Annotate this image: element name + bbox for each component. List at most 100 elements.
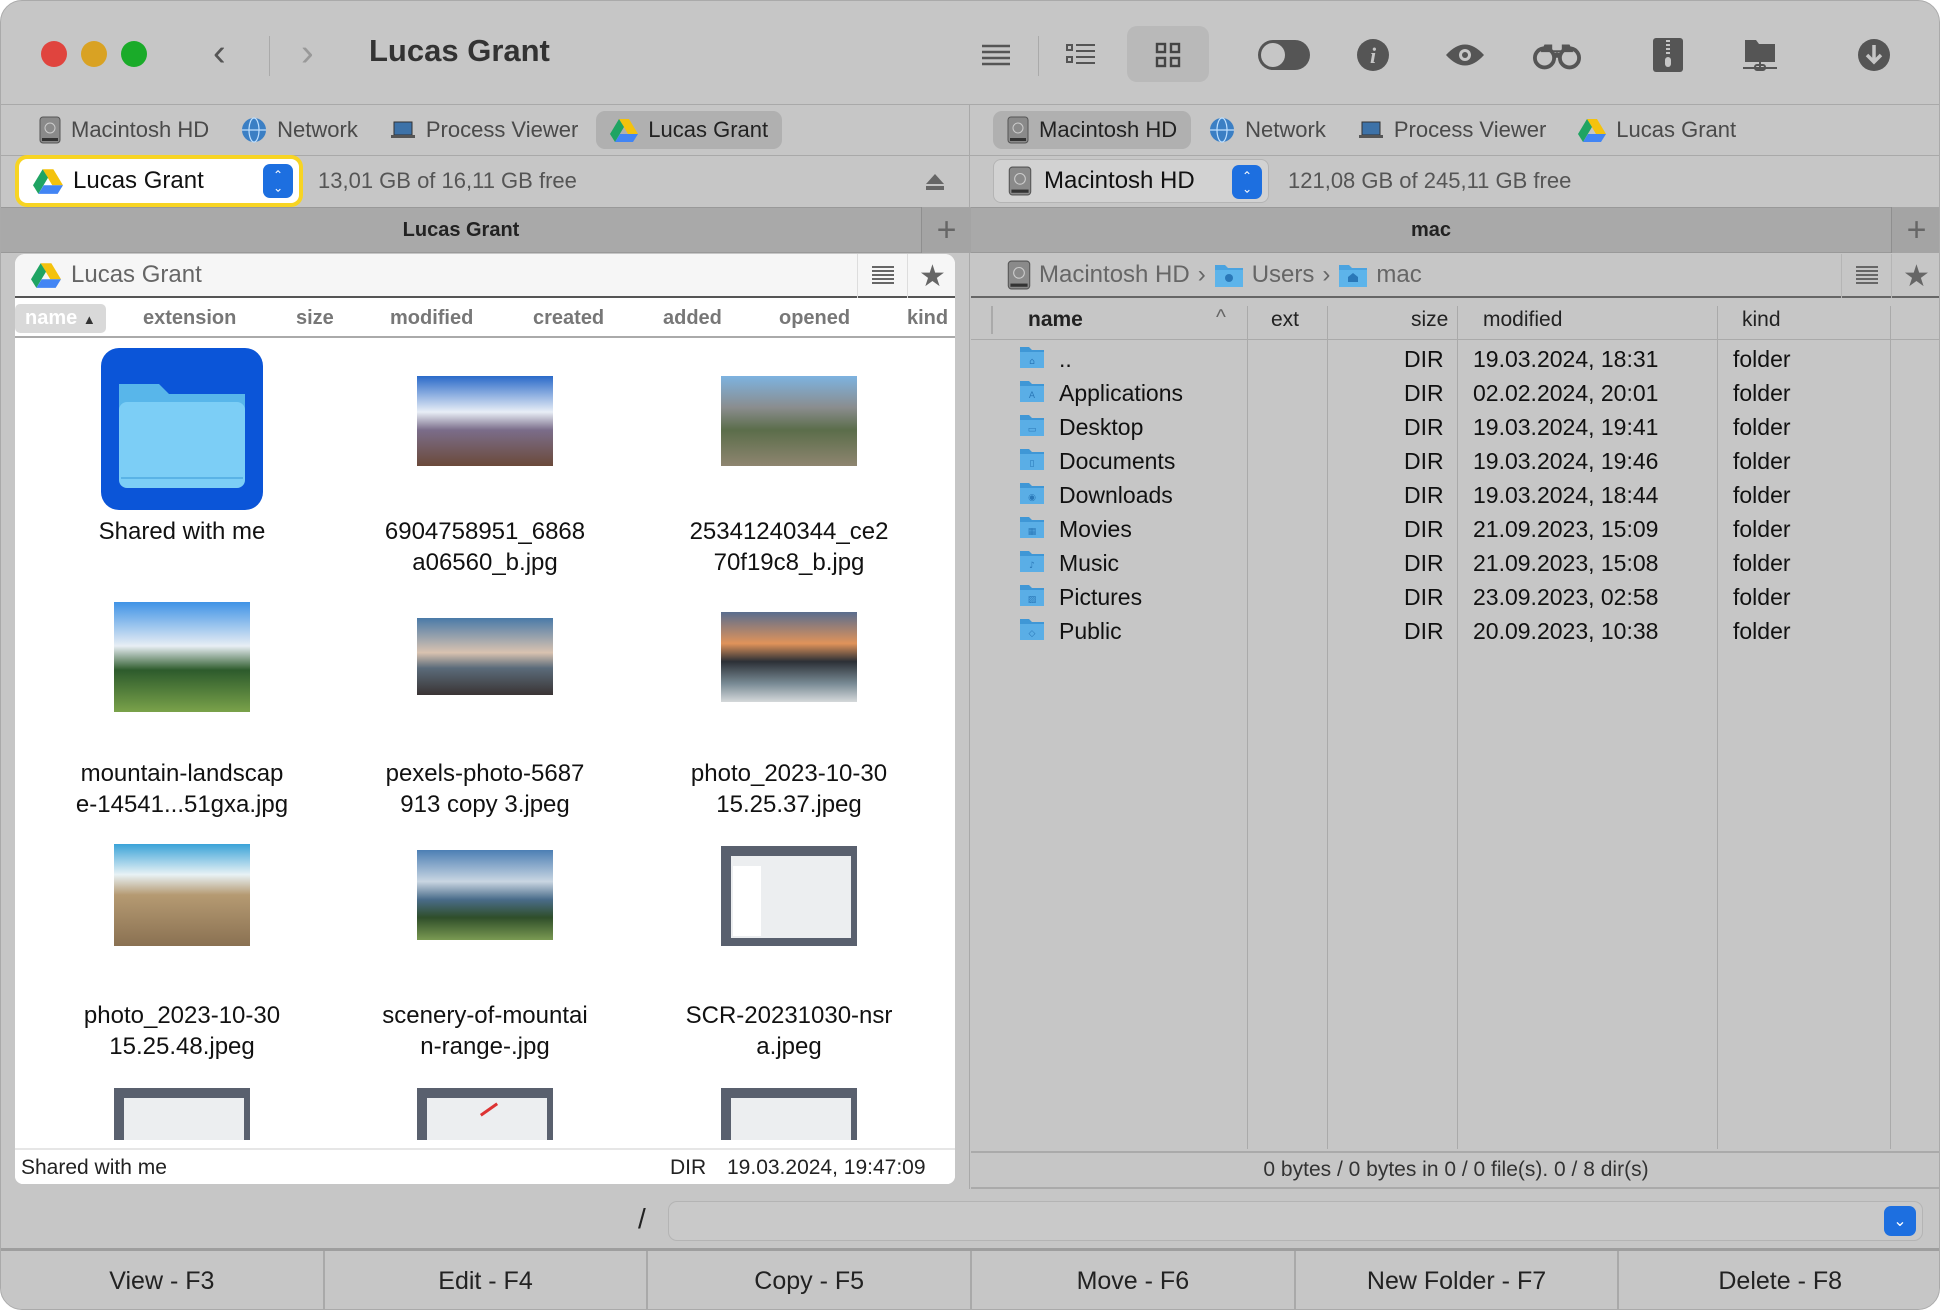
window-title: Lucas Grant bbox=[369, 33, 550, 68]
chevron-right-icon: › bbox=[1197, 261, 1206, 288]
breadcrumb-item[interactable]: mac bbox=[1338, 261, 1422, 289]
hard-drive-icon bbox=[39, 116, 61, 144]
view-f3-button[interactable]: View - F3 bbox=[1, 1251, 325, 1309]
left-tab-macintosh-hd[interactable]: Macintosh HD bbox=[25, 111, 223, 149]
grid-item-image[interactable]: 6904758951_6868 a06560_b.jpg bbox=[335, 340, 635, 580]
column-added[interactable]: added bbox=[663, 307, 722, 330]
row-name: Desktop bbox=[1059, 414, 1144, 440]
table-row[interactable]: ▨ Pictures DIR 23.09.2023, 02:58 folder bbox=[971, 580, 1939, 614]
right-tab-macintosh-hd[interactable]: Macintosh HD bbox=[993, 111, 1192, 149]
row-size: DIR bbox=[1404, 550, 1444, 576]
column-name[interactable]: name bbox=[1028, 308, 1083, 332]
forward-button[interactable]: › bbox=[301, 31, 314, 75]
breadcrumb-item[interactable]: Macintosh HD bbox=[1007, 260, 1190, 290]
thumbnail-view-button[interactable] bbox=[1144, 31, 1192, 79]
table-row[interactable]: A Applications DIR 02.02.2024, 20:01 folder bbox=[971, 376, 1939, 410]
plus-icon: + bbox=[1906, 210, 1927, 249]
download-button[interactable] bbox=[1850, 31, 1898, 79]
updown-stepper-icon: ⌃ ⌃ bbox=[263, 164, 293, 198]
column-size[interactable]: size bbox=[296, 307, 334, 330]
image-thumbnail bbox=[114, 844, 250, 946]
left-tab-process-viewer[interactable]: Process Viewer bbox=[376, 111, 592, 149]
back-button[interactable]: ‹ bbox=[213, 31, 226, 75]
grid-item-image[interactable]: 25341240344_ce2 70f19c8_b.jpg bbox=[639, 340, 939, 580]
item-label: 25341240344_ce2 70f19c8_b.jpg bbox=[689, 518, 889, 576]
grid-item-image[interactable]: photo_2023-10-30 15.25.37.jpeg bbox=[639, 582, 939, 822]
right-tab-network[interactable]: Network bbox=[1195, 111, 1340, 149]
archive-button[interactable] bbox=[1644, 31, 1692, 79]
toggle-hidden-files-button[interactable] bbox=[1256, 31, 1312, 79]
column-kind[interactable]: kind bbox=[1742, 308, 1781, 332]
right-tab-lucas-grant[interactable]: Lucas Grant bbox=[1564, 111, 1750, 149]
right-new-tab-button[interactable]: + bbox=[1891, 207, 1939, 253]
search-button[interactable] bbox=[1533, 31, 1581, 79]
grid-item-image[interactable] bbox=[639, 1066, 939, 1140]
column-opened[interactable]: opened bbox=[779, 307, 850, 330]
command-input[interactable]: ⌄ bbox=[668, 1201, 1923, 1241]
left-history-button[interactable] bbox=[857, 254, 907, 298]
grid-item-image[interactable]: scenery-of-mountai n-range-.jpg bbox=[335, 824, 635, 1064]
edit-f4-button[interactable]: Edit - F4 bbox=[324, 1251, 649, 1309]
chevron-down-icon: ⌄ bbox=[1893, 1213, 1907, 1230]
left-drive-selector[interactable]: Lucas Grant ⌃ ⌃ bbox=[19, 159, 299, 203]
table-row[interactable]: ◇ Public DIR 20.09.2023, 10:38 folder bbox=[971, 614, 1939, 648]
command-line-bar: / ⌄ bbox=[1, 1189, 1939, 1251]
grid-item-image[interactable] bbox=[335, 1066, 635, 1140]
column-extension[interactable]: extension bbox=[143, 307, 236, 330]
grid-item-shared-with-me[interactable]: Shared with me bbox=[32, 340, 332, 580]
column-divider[interactable] bbox=[991, 306, 993, 334]
left-new-tab-button[interactable]: + bbox=[921, 207, 971, 253]
column-name[interactable]: name ▲ bbox=[15, 303, 106, 333]
network-connect-button[interactable] bbox=[1736, 31, 1784, 79]
left-pane-title: Lucas Grant bbox=[1, 207, 921, 253]
grid-item-image[interactable] bbox=[32, 1066, 332, 1140]
right-favorites-button[interactable]: ★ bbox=[1891, 254, 1939, 298]
grid-item-image[interactable]: pexels-photo-5687 913 copy 3.jpeg bbox=[335, 582, 635, 822]
table-row[interactable]: ▯ Documents DIR 19.03.2024, 19:46 folder bbox=[971, 444, 1939, 478]
right-tab-process-viewer[interactable]: Process Viewer bbox=[1344, 111, 1560, 149]
app-window: ‹ › Lucas Grant i Macintosh HD Network P… bbox=[0, 0, 1940, 1310]
info-button[interactable]: i bbox=[1349, 31, 1397, 79]
grid-item-image[interactable]: SCR-20231030-nsr a.jpeg bbox=[639, 824, 939, 1064]
detailed-view-button[interactable] bbox=[1057, 31, 1105, 79]
table-row[interactable]: ⌂.. DIR 19.03.2024, 18:31 folder bbox=[971, 342, 1939, 376]
column-kind[interactable]: kind bbox=[907, 307, 948, 330]
history-dropdown-button[interactable]: ⌄ bbox=[1884, 1206, 1916, 1236]
grid-item-image[interactable]: mountain-landscap e-14541...51gxa.jpg bbox=[32, 582, 332, 822]
delete-f8-button[interactable]: Delete - F8 bbox=[1619, 1251, 1939, 1309]
table-row[interactable]: ▭ Desktop DIR 19.03.2024, 19:41 folder bbox=[971, 410, 1939, 444]
column-size[interactable]: size bbox=[1411, 308, 1448, 332]
column-modified[interactable]: modified bbox=[1483, 308, 1562, 332]
column-created[interactable]: created bbox=[533, 307, 604, 330]
close-button[interactable] bbox=[41, 41, 67, 67]
right-drive-selector[interactable]: Macintosh HD ⌃ ⌃ bbox=[993, 159, 1269, 203]
left-favorites-button[interactable]: ★ bbox=[907, 254, 955, 298]
column-ext[interactable]: ext bbox=[1271, 308, 1299, 332]
new-folder-f7-button[interactable]: New Folder - F7 bbox=[1295, 1251, 1620, 1309]
item-label: mountain-landscap e-14541...51gxa.jpg bbox=[75, 760, 289, 818]
eject-button[interactable] bbox=[925, 173, 945, 196]
breadcrumb-item[interactable]: Lucas Grant bbox=[71, 261, 202, 289]
breadcrumb-item[interactable]: Users bbox=[1214, 261, 1314, 289]
grid-item-image[interactable]: photo_2023-10-30 15.25.48.jpeg bbox=[32, 824, 332, 1064]
minimize-button[interactable] bbox=[81, 41, 107, 67]
table-row[interactable]: ▦ Movies DIR 21.09.2023, 15:09 folder bbox=[971, 512, 1939, 546]
pane-divider[interactable] bbox=[969, 105, 970, 1189]
left-tab-lucas-grant[interactable]: Lucas Grant bbox=[596, 111, 783, 149]
column-modified[interactable]: modified bbox=[390, 307, 473, 330]
row-size: DIR bbox=[1404, 618, 1444, 644]
right-history-button[interactable] bbox=[1841, 254, 1891, 298]
image-thumbnail bbox=[721, 376, 857, 466]
right-status-bar: 0 bytes / 0 bytes in 0 / 0 file(s). 0 / … bbox=[971, 1151, 1939, 1189]
table-row[interactable]: ◉ Downloads DIR 19.03.2024, 18:44 folder bbox=[971, 478, 1939, 512]
left-tab-network[interactable]: Network bbox=[227, 111, 372, 149]
zoom-button[interactable] bbox=[121, 41, 147, 67]
copy-f5-button[interactable]: Copy - F5 bbox=[648, 1251, 973, 1309]
row-modified: 19.03.2024, 19:46 bbox=[1473, 448, 1659, 474]
brief-view-button[interactable] bbox=[972, 31, 1020, 79]
network-globe-icon bbox=[1210, 117, 1235, 143]
table-row[interactable]: ♪ Music DIR 21.09.2023, 15:08 folder bbox=[971, 546, 1939, 580]
quick-look-button[interactable] bbox=[1441, 31, 1489, 79]
chevron-right-icon: › bbox=[1322, 261, 1331, 288]
move-f6-button[interactable]: Move - F6 bbox=[972, 1251, 1296, 1309]
